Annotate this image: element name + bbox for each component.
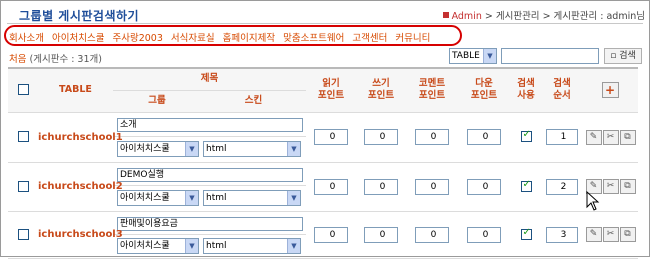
edit-icon[interactable]: ✎ (585, 227, 602, 242)
table-name-link[interactable]: ichurchschool1 (38, 112, 123, 163)
add-cell: + (582, 67, 639, 113)
chevron-down-icon: ▼ (185, 191, 198, 205)
col-download-point: 다운 포인트 (458, 67, 511, 113)
chevron-down-icon: ▼ (185, 142, 198, 156)
chevron-down-icon: ▼ (287, 142, 300, 156)
row-checkbox[interactable] (17, 180, 29, 192)
mouse-cursor-icon (586, 191, 600, 211)
copy-icon[interactable]: ⧉ (619, 179, 636, 194)
search-use-checkbox[interactable] (520, 179, 532, 192)
search-order-input[interactable]: 2 (546, 178, 579, 195)
download-point-input[interactable]: 0 (467, 178, 502, 195)
search-use-checkbox[interactable] (520, 227, 532, 240)
first-page-link[interactable]: 처음 (9, 54, 26, 65)
chevron-down-icon: ▼ (287, 239, 300, 253)
edit-icon[interactable]: ✎ (585, 129, 602, 145)
category-link[interactable]: 홈페이지제작 (223, 33, 275, 44)
board-admin-window: 그룹별 게시판검색하기 Admin > 게시판관리 > 게시판관리 : admi… (0, 0, 650, 259)
download-point-input[interactable]: 0 (467, 129, 502, 145)
chevron-down-icon: ▼ (185, 239, 198, 253)
col-title: 제목 (113, 67, 307, 91)
read-point-input[interactable]: 0 (314, 226, 349, 243)
table-row: ichurchschool3 판매및이용요금 0 0 0 0 3 ✎✂⧉ (8, 211, 639, 259)
select-all-checkbox[interactable] (17, 84, 29, 96)
board-title-input[interactable]: DEMO실행 (117, 167, 303, 182)
chevron-down-icon: ▼ (483, 49, 496, 63)
col-skin: 스킨 (201, 90, 307, 113)
select-all-cell (8, 67, 38, 113)
search-field-value: TABLE (452, 51, 480, 61)
group-select[interactable]: 아이처치스쿨 ▼ (117, 190, 199, 206)
col-search-order: 검색 순서 (542, 67, 583, 113)
delete-icon[interactable]: ✂ (602, 129, 619, 145)
breadcrumb: Admin > 게시판관리 > 게시판관리 : admin님 (442, 8, 645, 22)
read-point-input[interactable]: 0 (314, 178, 349, 195)
skin-select[interactable]: html ▼ (203, 141, 301, 157)
copy-icon[interactable]: ⧉ (619, 227, 636, 242)
board-table: TABLE 제목 읽기 포인트 쓰기 포인트 코멘트 포인트 다운 포인트 검색 사용 검… (8, 67, 639, 259)
write-point-input[interactable]: 0 (364, 178, 399, 195)
category-links: 회사소개 아이처치스쿨 주사랑2003 서식자료실 홈페이지제작 맞춤소프트웨어… (9, 30, 435, 44)
delete-icon[interactable]: ✂ (602, 179, 619, 194)
row-checkbox[interactable] (17, 228, 29, 240)
table-name-link[interactable]: ichurchschool3 (38, 211, 123, 259)
copy-icon[interactable]: ⧉ (619, 129, 636, 145)
search-field-select[interactable]: TABLE ▼ (449, 48, 497, 64)
search-icon: ▫ (610, 51, 617, 61)
col-table: TABLE (38, 67, 113, 113)
breadcrumb-admin-link[interactable]: Admin (452, 11, 482, 22)
comment-point-input[interactable]: 0 (415, 226, 450, 243)
category-link[interactable]: 아이처치스쿨 (52, 33, 104, 44)
bullet-icon (442, 12, 449, 18)
delete-icon[interactable]: ✂ (602, 227, 619, 242)
category-link[interactable]: 서식자료실 (171, 33, 215, 44)
page-title: 그룹별 게시판검색하기 (19, 9, 140, 23)
table-name-link[interactable]: ichurchschool2 (38, 162, 123, 212)
download-point-input[interactable]: 0 (467, 226, 502, 243)
breadcrumb-path: > 게시판관리 > 게시판관리 : admin님 (481, 11, 645, 22)
category-link[interactable]: 맞춤소프트웨어 (283, 33, 344, 44)
header-divider (7, 23, 643, 24)
board-count-text: (게시판수 : 31개) (29, 54, 102, 65)
skin-select[interactable]: html ▼ (203, 238, 301, 254)
chevron-down-icon: ▼ (287, 191, 300, 205)
category-link[interactable]: 회사소개 (9, 33, 44, 44)
read-point-input[interactable]: 0 (314, 129, 349, 145)
table-row: ichurchschool2 DEMO실행 0 0 0 0 2 ✎✂⧉ (8, 162, 639, 212)
comment-point-input[interactable]: 0 (415, 129, 450, 145)
search-button[interactable]: ▫ 검색 (604, 48, 642, 64)
category-link[interactable]: 주사랑2003 (112, 33, 162, 44)
page-header: 그룹별 게시판검색하기 Admin > 게시판관리 > 게시판관리 : admi… (7, 6, 645, 23)
table-row: ichurchschool1 소개 0 0 0 0 1 ✎✂⧉ (8, 112, 639, 163)
category-link[interactable]: 고객센터 (352, 33, 387, 44)
board-title-input[interactable]: 판매및이용요금 (117, 216, 303, 231)
group-select[interactable]: 아이처치스쿨 ▼ (117, 141, 199, 157)
col-comment-point: 코멘트 포인트 (406, 67, 459, 113)
group-select[interactable]: 아이처치스쿨 ▼ (117, 238, 199, 254)
row-checkbox[interactable] (17, 131, 29, 143)
search-order-input[interactable]: 3 (546, 226, 579, 243)
write-point-input[interactable]: 0 (364, 226, 399, 243)
search-button-label: 검색 (619, 51, 636, 61)
category-link[interactable]: 커뮤니티 (395, 33, 430, 44)
search-use-checkbox[interactable] (520, 129, 532, 143)
add-board-button[interactable]: + (601, 82, 619, 99)
col-search-use: 검색 사용 (510, 67, 543, 113)
search-input[interactable] (501, 48, 599, 64)
board-count: 처음 (게시판수 : 31개) (9, 51, 102, 65)
col-write-point: 쓰기 포인트 (356, 67, 407, 113)
write-point-input[interactable]: 0 (364, 129, 399, 145)
col-group: 그룹 (113, 90, 201, 113)
skin-select[interactable]: html ▼ (203, 190, 301, 206)
search-order-input[interactable]: 1 (546, 129, 579, 145)
col-read-point: 읽기 포인트 (306, 67, 357, 113)
board-title-input[interactable]: 소개 (117, 118, 303, 132)
comment-point-input[interactable]: 0 (415, 178, 450, 195)
